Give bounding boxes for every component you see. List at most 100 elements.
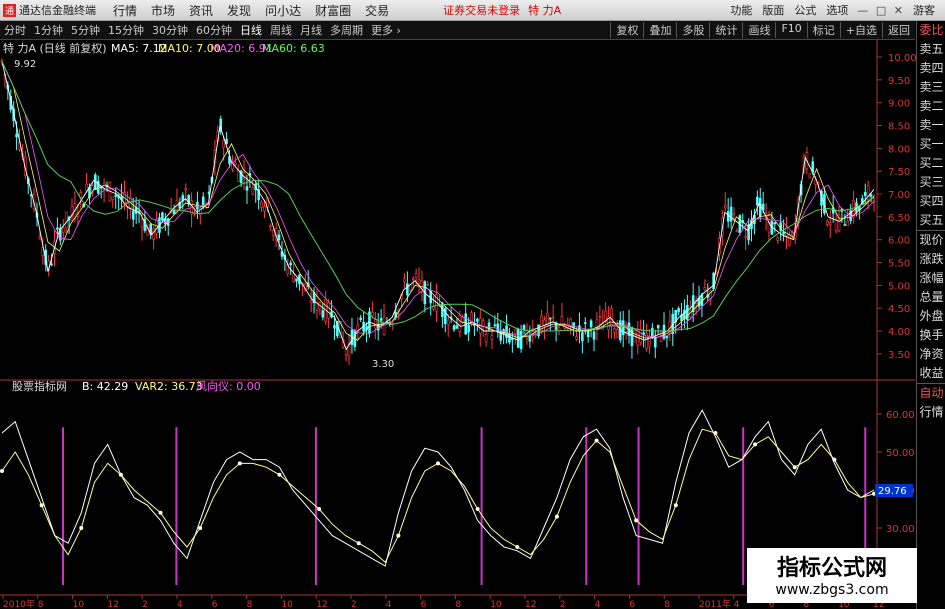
var2-dot xyxy=(0,469,4,473)
candle-body xyxy=(513,328,517,334)
var2-dot xyxy=(277,472,282,477)
price-tick-label: 7.00 xyxy=(888,190,910,201)
x-tick-label: 8 xyxy=(664,600,670,609)
candle-body xyxy=(843,224,847,226)
var2-dot xyxy=(158,510,163,515)
candle-body xyxy=(589,320,593,328)
indicator-b-value: B: 42.29 xyxy=(82,380,128,393)
side-sell3[interactable]: 卖三 xyxy=(917,78,945,97)
side-change-pct[interactable]: 涨幅 xyxy=(917,269,945,288)
x-tick-label: 8 xyxy=(455,600,461,609)
candle-body xyxy=(359,317,363,320)
var2-dot xyxy=(792,465,797,470)
candle-body xyxy=(140,219,144,228)
x-tick-label: 2 xyxy=(142,600,148,609)
watermark-title: 指标公式网 xyxy=(776,556,887,581)
side-sell2[interactable]: 卖二 xyxy=(917,97,945,116)
candle-body xyxy=(417,279,421,285)
var2-dot xyxy=(554,514,559,519)
side-price[interactable]: 现价 xyxy=(917,230,945,250)
side-net-assets[interactable]: 净资 xyxy=(917,345,945,364)
candle-body xyxy=(406,283,409,296)
side-sell1[interactable]: 卖一 xyxy=(917,116,945,135)
candle-body xyxy=(455,325,459,329)
side-earnings[interactable]: 收益 xyxy=(917,364,945,383)
candle-body xyxy=(872,199,876,202)
candle-body xyxy=(452,325,456,330)
side-buy3[interactable]: 买三 xyxy=(917,173,945,192)
x-tick-label: 4 xyxy=(595,600,601,609)
var2-dot xyxy=(396,533,401,538)
x-tick-label: 4 xyxy=(386,600,392,609)
candle-body xyxy=(222,140,225,148)
candle-body xyxy=(403,278,406,282)
side-change[interactable]: 涨跌 xyxy=(917,250,945,269)
candle-body xyxy=(111,196,115,200)
x-tick-label: 12 xyxy=(107,600,118,609)
indicator-tick-label: 30.00 xyxy=(886,524,915,535)
candle-body xyxy=(869,194,873,197)
candle-body xyxy=(569,318,572,327)
stock-chart[interactable]: 10.00 9.50 9.00 8.50 8.00 7.50 7.00 6.50 6.00 5.5… xyxy=(0,0,945,609)
price-tick-label: 7.50 xyxy=(888,167,910,178)
price-tick-label: 4.50 xyxy=(888,304,910,315)
side-buy4[interactable]: 买四 xyxy=(917,192,945,211)
candle-body xyxy=(581,332,584,342)
candle-body xyxy=(371,311,374,316)
candle-body xyxy=(834,220,838,232)
candle-body xyxy=(484,334,488,343)
candle-body xyxy=(490,335,494,340)
side-auto[interactable]: 自动 xyxy=(917,383,945,403)
candle-body xyxy=(808,173,812,179)
candle-body xyxy=(344,349,348,356)
price-tick-label: 10.00 xyxy=(888,53,917,64)
candle-body xyxy=(508,333,511,343)
side-quote[interactable]: 行情 xyxy=(917,403,945,422)
candle-body xyxy=(260,201,263,208)
candle-body xyxy=(411,278,415,281)
candle-body xyxy=(732,213,736,216)
indicator-tick-label: 50.00 xyxy=(886,448,915,459)
side-wei-bi[interactable]: 委比 xyxy=(917,21,945,40)
candle-body xyxy=(572,322,575,329)
side-volume[interactable]: 总量 xyxy=(917,288,945,307)
candle-body xyxy=(321,310,325,318)
side-buy5[interactable]: 买五 xyxy=(917,211,945,230)
candle-body xyxy=(575,336,578,340)
var2-dot xyxy=(79,526,84,530)
candle-body xyxy=(234,162,237,165)
candle-body xyxy=(289,262,293,266)
candle-body xyxy=(295,278,298,282)
candle-body xyxy=(114,194,118,197)
candle-body xyxy=(414,273,418,278)
candle-body xyxy=(131,210,135,220)
indicator-var2-value: VAR2: 36.73 xyxy=(135,380,203,393)
candle-body xyxy=(656,325,660,329)
candle-body xyxy=(592,331,596,340)
candle-body xyxy=(426,284,430,286)
x-tick-label: 2 xyxy=(560,600,566,609)
current-value-text: 29.76 xyxy=(878,486,907,497)
candle-body xyxy=(546,312,549,325)
side-outer[interactable]: 外盘 xyxy=(917,307,945,326)
side-sell5[interactable]: 卖五 xyxy=(917,40,945,59)
price-tick-label: 6.50 xyxy=(888,213,910,224)
var2-dot xyxy=(436,461,440,466)
candle-body xyxy=(653,337,657,348)
side-buy1[interactable]: 买一 xyxy=(917,135,945,154)
price-tick-label: 5.50 xyxy=(888,259,910,270)
side-sell4[interactable]: 卖四 xyxy=(917,59,945,78)
candle-body xyxy=(598,316,602,318)
x-tick-label: 2010年 xyxy=(3,598,35,609)
candle-body xyxy=(309,300,313,303)
candle-body xyxy=(251,187,255,195)
side-buy2[interactable]: 买二 xyxy=(917,154,945,173)
candle-body xyxy=(333,325,336,329)
side-turnover[interactable]: 换手 xyxy=(917,326,945,345)
candle-body xyxy=(621,320,625,336)
price-series-layer xyxy=(0,58,876,366)
candle-body xyxy=(630,326,634,347)
candle-body xyxy=(610,308,613,327)
candle-body xyxy=(236,170,240,182)
candle-body xyxy=(773,222,777,225)
